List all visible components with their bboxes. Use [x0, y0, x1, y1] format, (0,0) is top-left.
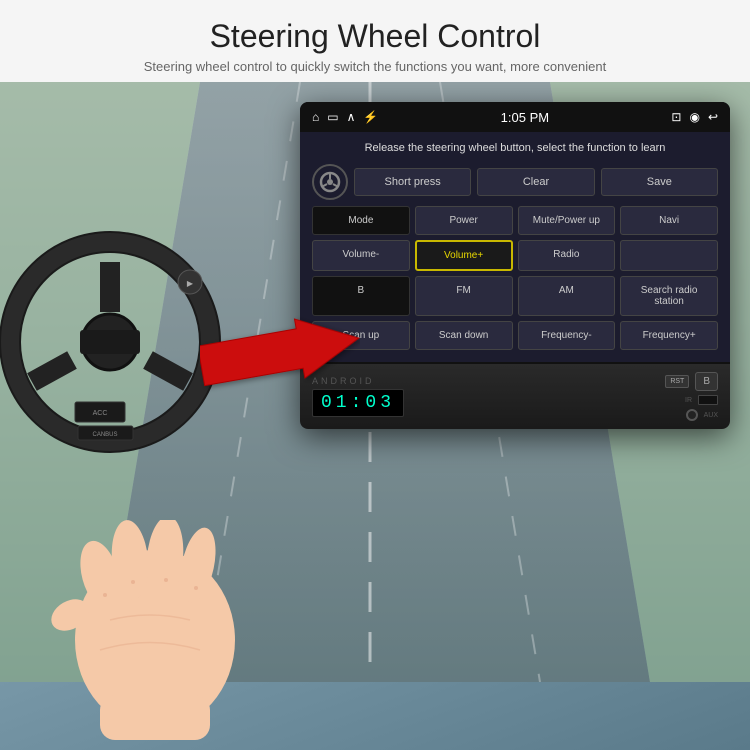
button-grid: Mode Power Mute/Power up Navi Volume- Vo… — [312, 206, 718, 350]
ir-label: IR — [685, 397, 692, 404]
status-icons-left: ⌂ ▭ ∧ ⚡ — [312, 110, 378, 124]
screen-content: Release the steering wheel button, selec… — [300, 132, 730, 362]
cast-icon[interactable]: ⊡ — [671, 110, 681, 124]
empty-button — [620, 240, 718, 271]
back-icon[interactable]: ↩ — [708, 110, 718, 124]
header-section: Steering Wheel Control Steering wheel co… — [0, 0, 750, 82]
home-icon[interactable]: ⌂ — [312, 110, 319, 124]
scan-down-button[interactable]: Scan down — [415, 321, 513, 350]
hand-svg — [40, 520, 270, 740]
search-radio-button[interactable]: Search radio station — [620, 276, 718, 316]
power-button[interactable]: Power — [415, 206, 513, 235]
red-arrow-svg — [200, 302, 360, 402]
mute-power-button[interactable]: Mute/Power up — [518, 206, 616, 235]
save-button[interactable]: Save — [601, 168, 718, 196]
volume-minus-button[interactable]: Volume- — [312, 240, 410, 271]
status-time: 1:05 PM — [501, 110, 549, 125]
b-button-unit[interactable]: B — [695, 372, 718, 391]
usb-slot — [698, 395, 718, 405]
mode-button[interactable]: Mode — [312, 206, 410, 235]
volume-plus-button[interactable]: Volume+ — [415, 240, 513, 271]
usb-icon[interactable]: ⚡ — [363, 110, 378, 124]
aux-label: AUX — [704, 412, 718, 419]
screen-icon[interactable]: ▭ — [327, 110, 338, 124]
stereo-unit: ⌂ ▭ ∧ ⚡ 1:05 PM ⊡ ◉ ↩ Release the steeri… — [300, 102, 730, 429]
short-press-button[interactable]: Short press — [354, 168, 471, 196]
rst-button[interactable]: RST — [665, 375, 689, 388]
unit-controls-2: IR — [685, 395, 718, 405]
scene-container: ACC CANBUS ▶ — [0, 82, 750, 750]
main-title: Steering Wheel Control — [20, 18, 730, 55]
am-button[interactable]: AM — [518, 276, 616, 316]
aux-port — [686, 409, 698, 421]
status-bar: ⌂ ▭ ∧ ⚡ 1:05 PM ⊡ ◉ ↩ — [300, 102, 730, 132]
unit-controls-3: AUX — [686, 409, 718, 421]
up-icon[interactable]: ∧ — [347, 110, 356, 124]
unit-right: RST B IR AUX — [665, 372, 718, 421]
status-icons-right: ⊡ ◉ ↩ — [671, 110, 718, 124]
freq-plus-button[interactable]: Frequency+ — [620, 321, 718, 350]
steering-wheel-icon — [312, 164, 348, 200]
sub-title: Steering wheel control to quickly switch… — [20, 59, 730, 74]
fm-button[interactable]: FM — [415, 276, 513, 316]
top-button-row: Short press Clear Save — [312, 164, 718, 200]
instruction-text: Release the steering wheel button, selec… — [312, 142, 718, 154]
unit-controls: RST B — [665, 372, 718, 391]
screen: ⌂ ▭ ∧ ⚡ 1:05 PM ⊡ ◉ ↩ Release the steeri… — [300, 102, 730, 362]
svg-text:▶: ▶ — [187, 279, 194, 288]
page-wrapper: Steering Wheel Control Steering wheel co… — [0, 0, 750, 750]
svg-text:ACC: ACC — [93, 410, 108, 417]
location-icon[interactable]: ◉ — [689, 110, 699, 124]
navi-button[interactable]: Navi — [620, 206, 718, 235]
clear-button[interactable]: Clear — [477, 168, 594, 196]
svg-text:CANBUS: CANBUS — [92, 432, 117, 438]
player-unit: ANDROID 01:03 RST B IR AUX — [300, 362, 730, 429]
radio-button[interactable]: Radio — [518, 240, 616, 271]
freq-minus-button[interactable]: Frequency- — [518, 321, 616, 350]
